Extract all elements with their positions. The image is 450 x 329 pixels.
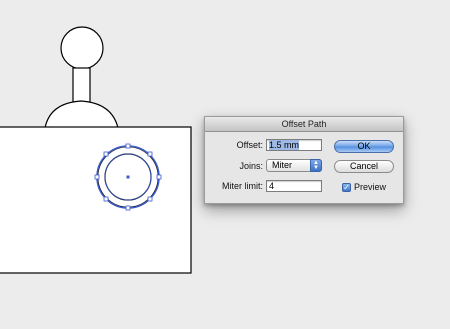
preview-checkbox[interactable]: ✓: [342, 183, 351, 192]
select-arrows-icon: ▲ ▼: [310, 159, 322, 172]
preview-label: Preview: [354, 182, 387, 192]
offset-field[interactable]: 1.5 mm: [266, 139, 322, 151]
offset-value: 1.5 mm: [269, 140, 300, 150]
joins-value: Miter: [272, 160, 292, 170]
selection-center-point: [126, 175, 130, 179]
joins-select[interactable]: Miter ▲ ▼: [266, 159, 322, 172]
drawing-shoulder[interactable]: [44, 100, 119, 129]
joins-label: Joins:: [239, 161, 263, 171]
drawing-head[interactable]: [60, 26, 104, 70]
offset-label: Offset:: [236, 140, 263, 150]
cancel-button[interactable]: Cancel: [334, 160, 394, 173]
ok-button[interactable]: OK: [334, 140, 394, 153]
drawing-neck[interactable]: [72, 67, 91, 105]
miter-limit-label: Miter limit:: [222, 181, 263, 191]
dialog-title: Offset Path: [205, 117, 403, 132]
drawing-body-rectangle[interactable]: [0, 126, 192, 274]
miter-limit-field[interactable]: 4: [266, 180, 322, 192]
offset-path-dialog: Offset Path Offset: 1.5 mm Joins: Miter …: [204, 116, 404, 204]
